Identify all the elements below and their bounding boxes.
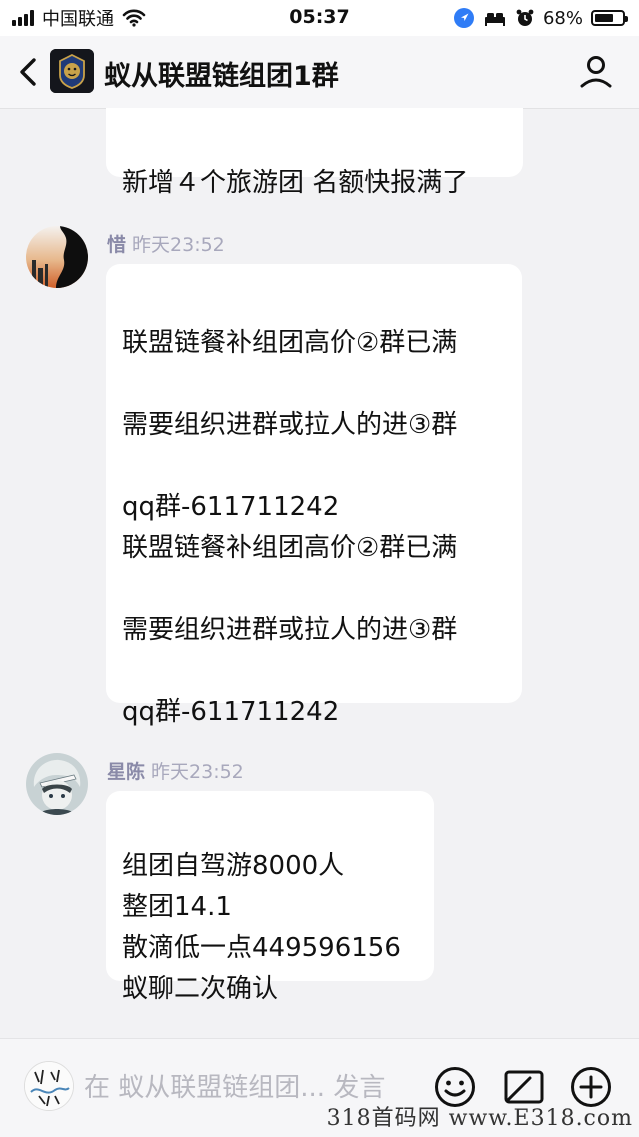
sender-row: 惜昨天23:52: [107, 230, 225, 257]
battery-fill: [595, 14, 613, 22]
sender-name: 星陈: [107, 761, 146, 783]
alarm-icon: [516, 9, 534, 26]
message-bubble[interactable]: 组团自驾游8000人 整团14.1 散滴低一点449596156 蚁聊二次确认: [106, 791, 434, 1004]
status-bar: 中国联通 05:37 68%: [0, 0, 639, 36]
back-arrow-icon[interactable]: [14, 54, 46, 90]
message-text: 联盟链餐补组团高价②群已满 需要组织进群或拉人的进③群 qq群-61171124…: [122, 328, 458, 727]
sender-row: 星陈 昨天23:52: [107, 757, 244, 784]
sender-name: 惜: [107, 234, 127, 256]
sunset-avatar-icon: [26, 226, 88, 288]
chat-title: 蚁从联盟链组团1群: [104, 61, 339, 92]
message-bubble[interactable]: 新增４个旅游团 名额快报满了: [106, 108, 523, 198]
anime-boy-avatar-icon: [26, 753, 88, 815]
message-time: 昨天23:52: [132, 234, 225, 256]
location-icon: [453, 8, 474, 28]
battery-percent: 68%: [542, 7, 583, 29]
bed-icon: [484, 13, 505, 26]
nav-bar: 蚁从联盟链组团1群: [0, 36, 639, 109]
calligraphy-avatar-icon: [25, 1062, 73, 1110]
message-text: 组团自驾游8000人 整团14.1 散滴低一点449596156 蚁聊二次确认: [122, 851, 401, 1004]
message-bubble[interactable]: 联盟链餐补组团高价②群已满 需要组织进群或拉人的进③群 qq群-61171124…: [106, 264, 522, 727]
avatar[interactable]: [26, 753, 88, 815]
my-avatar[interactable]: [24, 1061, 74, 1111]
avatar[interactable]: [26, 226, 88, 288]
group-avatar[interactable]: [50, 49, 94, 93]
battery-icon: [591, 10, 628, 26]
message-time: 昨天23:52: [151, 761, 244, 783]
status-right: 68%: [453, 6, 628, 30]
chat-area[interactable]: 新增４个旅游团 名额快报满了 惜昨天23:52 联盟链餐补组团高价②群已满 需要…: [0, 108, 639, 1038]
watermark: 318首码网 www.E318.com: [326, 1106, 633, 1131]
message-text: 新增４个旅游团 名额快报满了: [122, 168, 469, 198]
person-icon[interactable]: [579, 52, 613, 90]
lion-emblem-icon: [50, 49, 94, 93]
